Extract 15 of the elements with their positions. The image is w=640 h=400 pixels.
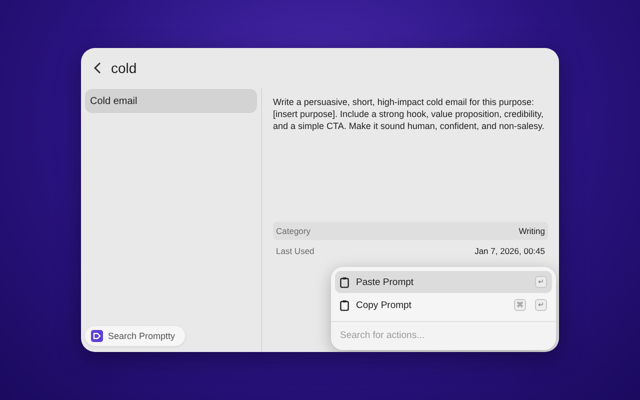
action-label: Copy Prompt (356, 300, 412, 310)
app-logo-icon (91, 330, 103, 342)
prompt-text: Write a persuasive, short, high-impact cold email for this purpose: [insert purpose]. Include a strong hook, value proposition, credibility, and a simple CTA. Make it sound human, confident, and non-salesy. (273, 96, 546, 132)
action-search-input[interactable]: Search for actions... (331, 322, 556, 350)
metadata-label: Last Used (276, 246, 314, 256)
result-item[interactable]: Cold email (85, 89, 257, 113)
clipboard-icon (340, 276, 349, 288)
clipboard-icon (340, 300, 349, 310)
metadata-value: Writing (518, 226, 545, 236)
metadata-label: Category (276, 226, 310, 236)
metadata-value: Jan 7, 2026, 00:45 (474, 246, 545, 256)
action-label: Paste Prompt (356, 276, 415, 288)
search-query[interactable]: cold (111, 60, 137, 76)
back-icon[interactable] (93, 61, 103, 75)
search-app-button[interactable]: Search Promptty (85, 326, 186, 346)
